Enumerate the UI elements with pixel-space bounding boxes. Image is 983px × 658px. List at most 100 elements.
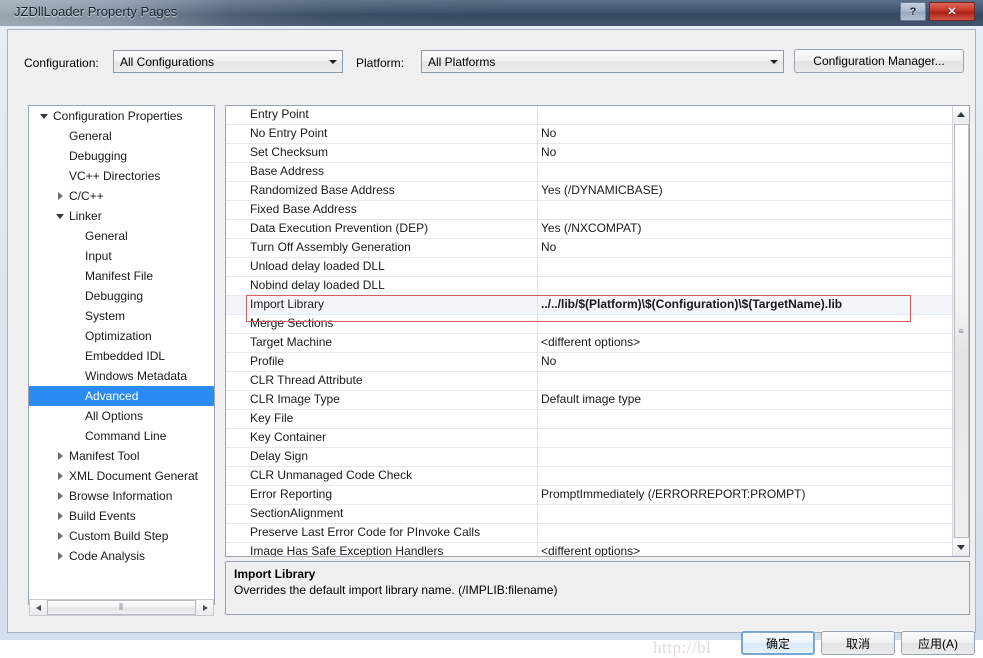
configuration-select[interactable]: All Configurations	[113, 50, 343, 73]
chevron-right-icon[interactable]	[53, 506, 67, 526]
tree-item-embedded-idl[interactable]: Embedded IDL	[29, 346, 214, 366]
tree-item-label: Optimization	[85, 329, 152, 343]
grid-scroll-thumb[interactable]: ≡	[953, 124, 969, 538]
chevron-down-icon[interactable]	[37, 106, 51, 126]
tree-item-custom-build-step[interactable]: Custom Build Step	[29, 526, 214, 546]
property-row[interactable]: Entry Point	[226, 106, 954, 125]
property-row[interactable]: Preserve Last Error Code for PInvoke Cal…	[226, 524, 954, 543]
tree-item-vc-directories[interactable]: VC++ Directories	[29, 166, 214, 186]
property-value[interactable]: Default image type	[541, 392, 641, 406]
tree-item-xml-document-generat[interactable]: XML Document Generat	[29, 466, 214, 486]
tree-item-optimization[interactable]: Optimization	[29, 326, 214, 346]
property-row[interactable]: Target Machine <different options>	[226, 334, 954, 353]
tree-item-configuration-properties[interactable]: Configuration Properties	[29, 106, 214, 126]
property-value[interactable]: <different options>	[541, 335, 640, 349]
scroll-right-icon[interactable]	[197, 600, 213, 615]
scroll-down-icon[interactable]	[952, 539, 969, 556]
property-row[interactable]: Fixed Base Address	[226, 201, 954, 220]
platform-select[interactable]: All Platforms	[421, 50, 784, 73]
scroll-left-icon[interactable]	[30, 600, 46, 615]
tree-item-c-c[interactable]: C/C++	[29, 186, 214, 206]
configuration-properties-tree[interactable]: Configuration Properties General Debugging…	[28, 105, 215, 605]
tree-scroll-thumb[interactable]: ⦀	[47, 600, 196, 615]
property-row[interactable]: Randomized Base Address Yes (/DYNAMICBASE…	[226, 182, 954, 201]
chevron-right-icon[interactable]	[53, 486, 67, 506]
scroll-up-icon[interactable]	[952, 106, 969, 123]
chevron-down-icon[interactable]	[324, 51, 342, 72]
property-row[interactable]: Set Checksum No	[226, 144, 954, 163]
tree-item-all-options[interactable]: All Options	[29, 406, 214, 426]
grid-vertical-scrollbar[interactable]: ≡	[952, 106, 969, 556]
help-icon[interactable]: ?	[900, 2, 926, 21]
tree-item-advanced[interactable]: Advanced	[29, 386, 214, 406]
tree-item-general[interactable]: General	[29, 126, 214, 146]
property-row[interactable]: Base Address	[226, 163, 954, 182]
property-value[interactable]: ../../lib/$(Platform)\$(Configuration)\$…	[541, 297, 842, 311]
chevron-right-icon[interactable]	[53, 546, 67, 566]
property-row[interactable]: Error Reporting PromptImmediately (/ERROR…	[226, 486, 954, 505]
tree-item-input[interactable]: Input	[29, 246, 214, 266]
tree-item-label: Build Events	[69, 509, 136, 523]
configuration-manager-button[interactable]: Configuration Manager...	[794, 49, 964, 73]
property-row[interactable]: Key File	[226, 410, 954, 429]
tree-item-linker[interactable]: Linker	[29, 206, 214, 226]
property-row[interactable]: Key Container	[226, 429, 954, 448]
property-grid[interactable]: Entry Point No Entry Point No Set Checksum N…	[225, 105, 970, 557]
property-row[interactable]: CLR Image Type Default image type	[226, 391, 954, 410]
chevron-right-icon[interactable]	[53, 186, 67, 206]
property-name: Merge Sections	[250, 316, 334, 330]
property-row[interactable]: Profile No	[226, 353, 954, 372]
property-row[interactable]: Nobind delay loaded DLL	[226, 277, 954, 296]
chevron-right-icon[interactable]	[53, 466, 67, 486]
tree-horizontal-scrollbar[interactable]: ⦀	[29, 599, 214, 616]
property-row[interactable]: Image Has Safe Exception Handlers <differ…	[226, 543, 954, 556]
tree-item-manifest-tool[interactable]: Manifest Tool	[29, 446, 214, 466]
property-row[interactable]: Turn Off Assembly Generation No	[226, 239, 954, 258]
title-bar[interactable]: JZDllLoader Property Pages ? ✕	[0, 0, 983, 26]
ok-button[interactable]: 确定	[741, 631, 815, 655]
grid-column-divider[interactable]	[537, 106, 538, 556]
chevron-down-icon[interactable]	[53, 206, 67, 226]
property-value[interactable]: No	[541, 354, 556, 368]
tree-item-label: C/C++	[69, 189, 104, 203]
tree-item-debugging[interactable]: Debugging	[29, 286, 214, 306]
property-row[interactable]: Delay Sign	[226, 448, 954, 467]
property-value[interactable]: Yes (/DYNAMICBASE)	[541, 183, 663, 197]
tree-item-command-line[interactable]: Command Line	[29, 426, 214, 446]
chevron-down-icon[interactable]	[765, 51, 783, 72]
apply-button[interactable]: 应用(A)	[901, 631, 975, 655]
property-row[interactable]: CLR Thread Attribute	[226, 372, 954, 391]
property-row[interactable]: SectionAlignment	[226, 505, 954, 524]
tree-item-manifest-file[interactable]: Manifest File	[29, 266, 214, 286]
cancel-button[interactable]: 取消	[821, 631, 895, 655]
description-title: Import Library	[234, 567, 316, 581]
property-row[interactable]: Data Execution Prevention (DEP) Yes (/NXC…	[226, 220, 954, 239]
tree-item-build-events[interactable]: Build Events	[29, 506, 214, 526]
close-icon[interactable]: ✕	[929, 2, 975, 21]
property-row[interactable]: CLR Unmanaged Code Check	[226, 467, 954, 486]
tree-item-system[interactable]: System	[29, 306, 214, 326]
tree-item-general[interactable]: General	[29, 226, 214, 246]
property-row[interactable]: No Entry Point No	[226, 125, 954, 144]
property-row[interactable]: Merge Sections	[226, 315, 954, 334]
property-name: Key File	[250, 411, 294, 425]
tree-item-windows-metadata[interactable]: Windows Metadata	[29, 366, 214, 386]
tree-item-debugging[interactable]: Debugging	[29, 146, 214, 166]
property-name: No Entry Point	[250, 126, 328, 140]
property-value[interactable]: Yes (/NXCOMPAT)	[541, 221, 641, 235]
chevron-right-icon[interactable]	[53, 526, 67, 546]
property-value[interactable]: <different options>	[541, 544, 640, 556]
tree-item-code-analysis[interactable]: Code Analysis	[29, 546, 214, 566]
chevron-right-icon[interactable]	[53, 446, 67, 466]
property-value[interactable]: No	[541, 240, 556, 254]
property-row[interactable]: Unload delay loaded DLL	[226, 258, 954, 277]
tree-item-browse-information[interactable]: Browse Information	[29, 486, 214, 506]
property-row[interactable]: Import Library ../../lib/$(Platform)\$(Co…	[226, 296, 954, 315]
property-value[interactable]: No	[541, 126, 556, 140]
property-value[interactable]: No	[541, 145, 556, 159]
tree-item-label: Browse Information	[69, 489, 173, 503]
tree-item-label: Custom Build Step	[69, 529, 169, 543]
property-value[interactable]: PromptImmediately (/ERRORREPORT:PROMPT)	[541, 487, 806, 501]
